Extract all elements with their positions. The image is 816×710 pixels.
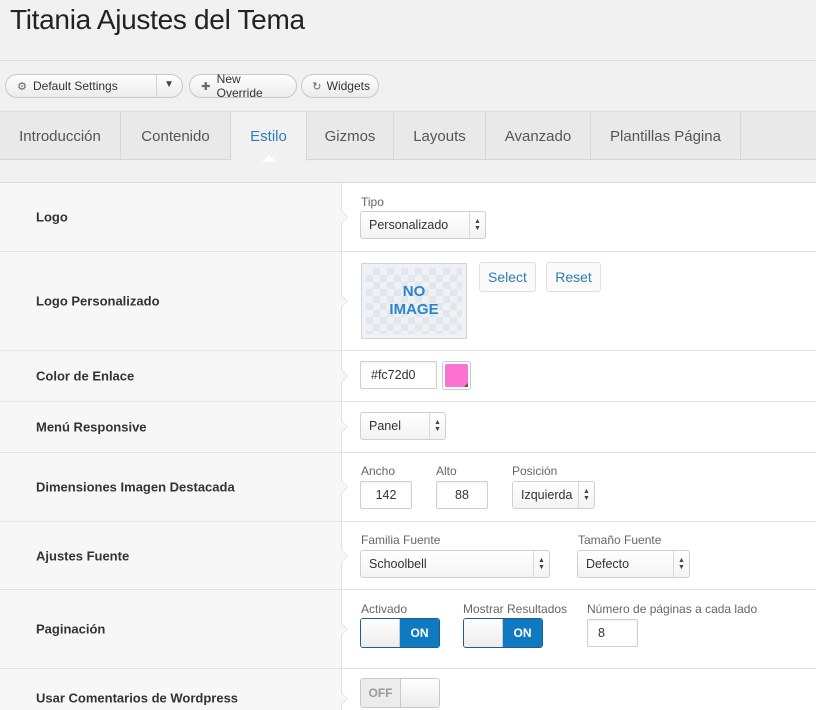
tab-introduccion[interactable]: Introducción <box>0 112 121 160</box>
tab-avanzado[interactable]: Avanzado <box>486 112 591 160</box>
settings-panel: Logo Tipo Personalizado ▲ ▼ Logo Personal… <box>0 182 816 710</box>
pagination-enabled-toggle[interactable]: ON <box>360 618 440 648</box>
reset-logo-button[interactable]: Reset <box>546 262 601 292</box>
tab-estilo[interactable]: Estilo <box>231 112 307 162</box>
no-image-line2: IMAGE <box>389 301 439 318</box>
chevron-down-icon[interactable]: ▼ <box>164 79 174 90</box>
font-family-label: Familia Fuente <box>361 533 441 547</box>
pages-each-side-label: Número de páginas a cada lado <box>587 602 758 616</box>
widgets-button[interactable]: ↻ Widgets <box>301 74 379 98</box>
row-label-logo: Logo <box>36 209 68 225</box>
link-color-input[interactable]: #fc72d0 <box>360 361 437 389</box>
image-position-value: Izquierda <box>521 488 573 502</box>
row-label-custom-logo: Logo Personalizado <box>36 293 160 309</box>
font-size-label: Tamaño Fuente <box>578 533 662 547</box>
tipo-label: Tipo <box>361 195 384 209</box>
width-label: Ancho <box>361 464 396 478</box>
tab-plantillas-pagina[interactable]: Plantillas Página <box>591 112 741 160</box>
font-size-value: Defecto <box>586 557 630 571</box>
position-label: Posición <box>512 464 558 478</box>
logo-type-select[interactable]: Personalizado ▲ ▼ <box>360 211 486 239</box>
tab-layouts[interactable]: Layouts <box>394 112 486 160</box>
tab-contenido[interactable]: Contenido <box>121 112 231 160</box>
settings-tabs: Introducción Contenido Estilo Gizmos Lay… <box>0 112 816 162</box>
image-position-select[interactable]: Izquierda ▲ ▼ <box>512 481 595 509</box>
select-logo-button[interactable]: Select <box>479 262 536 292</box>
logo-type-value: Personalizado <box>369 218 449 232</box>
new-override-button[interactable]: ✚ New Override <box>189 72 297 100</box>
refresh-icon: ↻ <box>312 80 322 93</box>
row-label-pagination: Paginación <box>36 621 106 637</box>
gear-icon: ⚙ <box>17 80 27 93</box>
tab-gizmos[interactable]: Gizmos <box>307 112 394 160</box>
enabled-label: Activado <box>361 602 408 616</box>
row-label-responsive-menu: Menú Responsive <box>36 419 147 435</box>
select-arrows-icon: ▲ ▼ <box>533 551 549 577</box>
corner-handle-icon <box>464 383 468 387</box>
page-title: Titania Ajustes del Tema <box>10 4 305 35</box>
toggle-on-label: ON <box>400 619 439 647</box>
default-settings-label: Default Settings <box>33 79 118 93</box>
select-arrows-icon: ▲ ▼ <box>469 212 485 238</box>
row-label-font-settings: Ajustes Fuente <box>36 548 130 563</box>
select-arrows-icon: ▲ ▼ <box>429 413 445 439</box>
color-picker-swatch[interactable] <box>442 361 471 390</box>
row-label-featured-image: Dimensiones Imagen Destacada <box>36 479 235 495</box>
plus-icon: ✚ <box>201 80 211 93</box>
font-family-select[interactable]: Schoolbell ▲ ▼ <box>360 550 550 578</box>
select-arrows-icon: ▲ ▼ <box>578 482 594 508</box>
row-label-link-color: Color de Enlace <box>36 368 135 384</box>
image-width-input[interactable]: 142 <box>360 481 412 509</box>
select-arrows-icon: ▲ ▼ <box>673 551 689 577</box>
toggle-on-label: ON <box>503 619 542 647</box>
height-label: Alto <box>436 464 457 478</box>
row-label-wp-comments: Usar Comentarios de Wordpress <box>36 690 239 706</box>
toggle-off-label: OFF <box>361 679 400 707</box>
show-results-toggle[interactable]: ON <box>463 618 543 648</box>
font-family-value: Schoolbell <box>369 557 427 571</box>
show-results-label: Mostrar Resultados <box>463 602 568 616</box>
default-settings-dropdown[interactable]: ⚙ Default Settings ▼ <box>5 74 183 98</box>
image-height-input[interactable]: 88 <box>436 481 488 509</box>
font-size-select[interactable]: Defecto ▲ ▼ <box>577 550 690 578</box>
new-override-label: New Override <box>216 72 263 100</box>
wp-comments-toggle[interactable]: OFF <box>360 678 440 708</box>
widgets-label: Widgets <box>326 79 370 93</box>
toolbar: ⚙ Default Settings ▼ ✚ New Override ↻ Wi… <box>0 60 816 112</box>
responsive-menu-value: Panel <box>369 419 401 433</box>
logo-preview-image: NO IMAGE <box>361 263 467 339</box>
pages-each-side-input[interactable]: 8 <box>587 619 638 647</box>
no-image-line1: NO <box>402 283 426 300</box>
responsive-menu-select[interactable]: Panel ▲ ▼ <box>360 412 446 440</box>
